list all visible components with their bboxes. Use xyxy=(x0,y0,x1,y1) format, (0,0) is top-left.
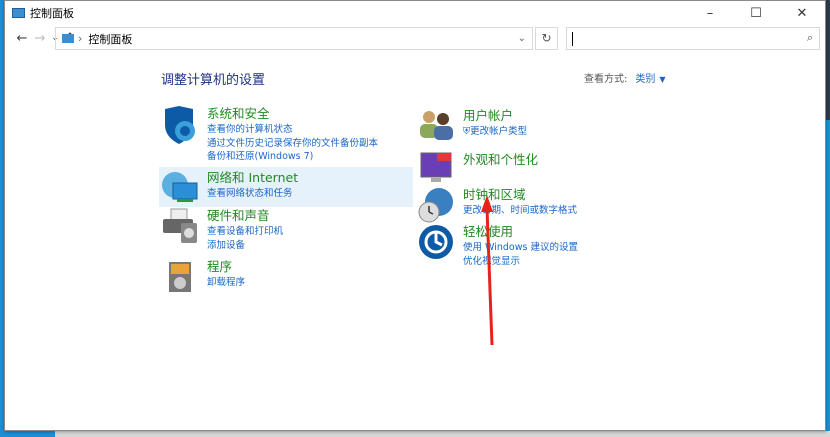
annotation-arrow xyxy=(481,195,494,346)
